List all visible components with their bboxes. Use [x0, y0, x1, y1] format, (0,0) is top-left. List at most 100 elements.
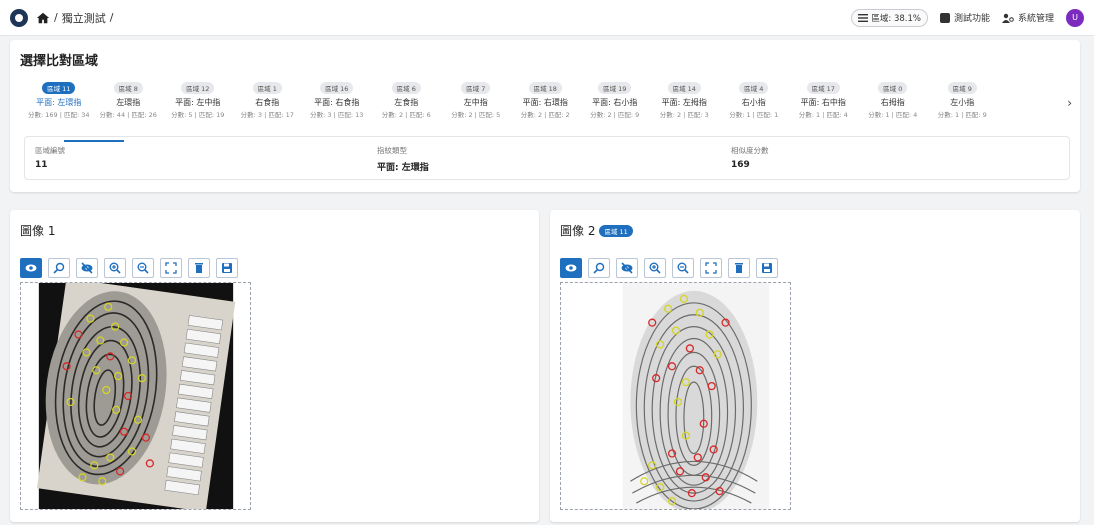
region-score: 分數: 2 | 匹配: 3 [659, 111, 709, 119]
delete-button[interactable] [188, 258, 210, 278]
region-tab[interactable]: 區域 1 右食指 分數: 3 | 匹配: 17 [233, 82, 303, 122]
region-score: 分數: 5 | 匹配: 19 [171, 111, 225, 119]
region-tab[interactable]: 區域 4 右小指 分數: 1 | 匹配: 1 [719, 82, 789, 122]
image-1-canvas[interactable] [20, 282, 251, 510]
region-badge: 區域 16 [320, 82, 354, 94]
region-info-box: 區域編號 11 指紋類型 平面: 左環指 相似度分數 169 [24, 136, 1070, 180]
region-tab[interactable]: 區域 12 平面: 左中指 分數: 5 | 匹配: 19 [163, 82, 233, 122]
fullscreen-button[interactable] [160, 258, 182, 278]
test-function-label: 測試功能 [953, 14, 990, 24]
app-logo-icon[interactable] [10, 8, 28, 27]
image-1-title-text: 圖像 1 [20, 224, 56, 238]
region-badge: 區域 18 [528, 82, 562, 94]
region-select-title: 選擇比對區域 [20, 54, 99, 69]
region-name: 右拇指 [880, 98, 905, 107]
zoom-search-icon [593, 262, 605, 274]
zoom-in-icon [649, 262, 661, 274]
image-2-title-text: 圖像 2 [560, 224, 596, 238]
chevron-right-icon[interactable]: › [1067, 96, 1072, 110]
region-tab[interactable]: 區域 11 平面: 左環指 分數: 169 | 匹配: 34 [24, 82, 94, 122]
region-tab[interactable]: 區域 9 左小指 分數: 1 | 匹配: 9 [928, 82, 998, 122]
region-tab[interactable]: 區域 17 平面: 右中指 分數: 1 | 匹配: 4 [789, 82, 859, 122]
image-1-title: 圖像 1 [20, 222, 55, 239]
region-tab[interactable]: 區域 0 右拇指 分數: 1 | 匹配: 4 [858, 82, 928, 122]
region-badge: 區域 11 [599, 224, 633, 237]
view-toggle-button[interactable] [20, 258, 42, 278]
region-tabs: 區域 11 平面: 左環指 分數: 169 | 匹配: 34 區域 8 左環指 … [24, 82, 1054, 122]
fingerprint-1-image [21, 283, 250, 509]
similarity-label: 相似度分數 [731, 146, 769, 155]
region-select-card: 選擇比對區域 區域 11 平面: 左環指 分數: 169 | 匹配: 34 區域… [10, 40, 1080, 192]
save-icon [762, 263, 772, 273]
region-badge: 區域 7 [461, 82, 491, 94]
fullscreen-icon [165, 262, 177, 274]
hide-minutiae-button[interactable] [76, 258, 98, 278]
region-badge: 區域 17 [806, 82, 840, 94]
region-score: 分數: 1 | 匹配: 4 [868, 111, 918, 119]
progress-pill[interactable]: 區域: 38.1% [851, 8, 928, 27]
zoom-out-icon [137, 262, 149, 274]
save-icon [222, 263, 232, 273]
delete-icon [195, 263, 203, 273]
image-2-canvas[interactable] [560, 282, 791, 510]
zoom-in-icon [109, 262, 121, 274]
region-score: 分數: 44 | 匹配: 26 [99, 111, 157, 119]
region-name: 左中指 [463, 98, 488, 107]
zoom-out-button[interactable] [132, 258, 154, 278]
region-tab[interactable]: 區域 18 平面: 右環指 分數: 2 | 匹配: 2 [511, 82, 581, 122]
delete-icon [735, 263, 743, 273]
zoom-search-button[interactable] [588, 258, 610, 278]
region-badge: 區域 19 [598, 82, 632, 94]
region-id-label: 區域編號 [35, 146, 65, 155]
region-name: 平面: 右小指 [592, 98, 638, 107]
region-badge: 區域 4 [739, 82, 769, 94]
region-name: 左小指 [950, 98, 975, 107]
flask-icon [939, 12, 950, 23]
view-toggle-button[interactable] [560, 258, 582, 278]
region-name: 平面: 左中指 [175, 98, 221, 107]
region-tab[interactable]: 區域 19 平面: 右小指 分數: 2 | 匹配: 9 [580, 82, 650, 122]
similarity-value: 169 [731, 160, 750, 170]
breadcrumb-separator: / [109, 11, 114, 24]
hide-minutiae-button[interactable] [616, 258, 638, 278]
test-function-link[interactable]: 測試功能 [939, 11, 990, 24]
delete-button[interactable] [728, 258, 750, 278]
breadcrumb-separator: / [54, 11, 58, 24]
region-tab[interactable]: 區域 6 左食指 分數: 2 | 匹配: 6 [372, 82, 442, 122]
region-badge: 區域 1 [252, 82, 282, 94]
eye-off-icon [81, 262, 93, 274]
region-tab[interactable]: 區域 7 左中指 分數: 2 | 匹配: 5 [441, 82, 511, 122]
region-score: 分數: 2 | 匹配: 6 [381, 111, 431, 119]
region-name: 平面: 右環指 [522, 98, 568, 107]
image-1-toolbar [20, 258, 238, 278]
zoom-out-button[interactable] [672, 258, 694, 278]
region-name: 平面: 左拇指 [661, 98, 707, 107]
breadcrumb-current[interactable]: 獨立測試 [62, 10, 106, 26]
zoom-search-button[interactable] [48, 258, 70, 278]
fingerprint-type-label: 指紋類型 [377, 146, 407, 155]
fullscreen-button[interactable] [700, 258, 722, 278]
region-badge: 區域 9 [947, 82, 977, 94]
image-2-title: 圖像 2 區域 11 [560, 222, 633, 239]
zoom-in-button[interactable] [104, 258, 126, 278]
region-tab[interactable]: 區域 14 平面: 左拇指 分數: 2 | 匹配: 3 [650, 82, 720, 122]
region-score: 分數: 3 | 匹配: 13 [310, 111, 364, 119]
region-tab[interactable]: 區域 16 平面: 右食指 分數: 3 | 匹配: 13 [302, 82, 372, 122]
region-name: 左食指 [394, 98, 419, 107]
home-icon[interactable] [36, 11, 50, 25]
region-tab[interactable]: 區域 8 左環指 分數: 44 | 匹配: 26 [94, 82, 164, 122]
eye-icon [25, 264, 37, 272]
zoom-out-icon [677, 262, 689, 274]
system-admin-link[interactable]: 系統管理 [1001, 11, 1054, 24]
region-badge: 區域 11 [42, 82, 76, 94]
region-badge: 區域 12 [181, 82, 215, 94]
region-badge: 區域 0 [878, 82, 908, 94]
eye-icon [565, 264, 577, 272]
breadcrumb: / 獨立測試 / [36, 10, 113, 26]
save-button[interactable] [756, 258, 778, 278]
save-button[interactable] [216, 258, 238, 278]
avatar[interactable]: U [1066, 8, 1084, 27]
region-badge: 區域 6 [391, 82, 421, 94]
zoom-in-button[interactable] [644, 258, 666, 278]
fingerprint-type-value: 平面: 左環指 [377, 163, 429, 173]
